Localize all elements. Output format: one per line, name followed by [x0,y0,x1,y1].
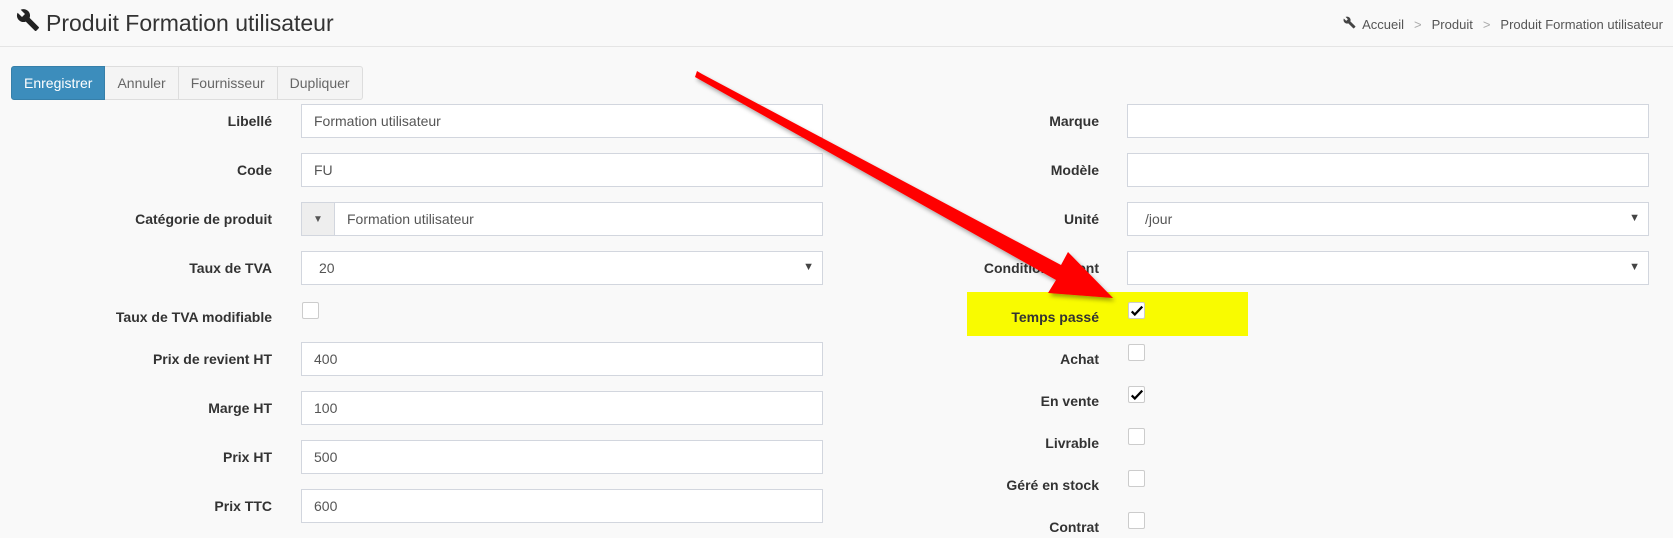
caret-down-icon[interactable]: ▼ [302,203,335,235]
marque-label: Marque [1049,113,1099,129]
temps-passe-checkbox[interactable] [1128,302,1145,319]
libelle-label: Libellé [227,113,272,129]
tva-modifiable-label: Taux de TVA modifiable [115,309,272,325]
achat-checkbox[interactable] [1128,344,1145,361]
tva-value: 20 [319,260,335,276]
checkmark-icon [1130,305,1143,316]
unite-label: Unité [1064,211,1099,227]
wrench-icon [1343,16,1362,32]
tva-label: Taux de TVA [189,260,272,276]
prix-revient-input[interactable]: 400 [301,342,823,376]
annotation-highlight [967,292,1248,336]
gere-stock-checkbox[interactable] [1128,470,1145,487]
breadcrumb-home-link[interactable]: Accueil [1362,17,1404,32]
caret-down-icon: ▼ [1629,212,1640,224]
prix-ht-input[interactable]: 500 [301,440,823,474]
page-header: Produit Formation utilisateur Accueil > … [0,0,1673,47]
prix-ttc-input[interactable]: 600 [301,489,823,523]
duplicate-button[interactable]: Dupliquer [277,66,363,100]
categorie-value: Formation utilisateur [347,211,474,227]
unite-value: /jour [1145,211,1173,227]
tva-modifiable-checkbox[interactable] [302,302,319,319]
conditionnement-label: Conditionnement [983,260,1099,276]
unite-select[interactable]: /jour ▼ [1127,202,1649,236]
code-input[interactable]: FU [301,153,823,187]
checkmark-icon [1130,389,1143,400]
en-vente-checkbox[interactable] [1128,386,1145,403]
livrable-label: Livrable [1045,435,1099,451]
marge-label: Marge HT [208,400,272,416]
code-label: Code [237,162,272,178]
achat-label: Achat [1060,351,1099,367]
contrat-checkbox[interactable] [1128,512,1145,529]
categorie-label: Catégorie de produit [135,211,272,227]
page-title-text: Produit Formation utilisateur [46,9,334,36]
breadcrumb-product-link[interactable]: Produit [1432,17,1473,32]
modele-label: Modèle [1050,162,1099,178]
cancel-button[interactable]: Annuler [105,66,179,100]
prix-ttc-label: Prix TTC [214,498,272,514]
caret-down-icon: ▼ [803,261,814,273]
breadcrumb-current: Produit Formation utilisateur [1500,16,1663,32]
prix-ht-label: Prix HT [222,449,272,465]
conditionnement-select[interactable]: ▼ [1127,251,1649,285]
breadcrumb-separator: > [1414,16,1422,32]
categorie-combo[interactable]: ▼ Formation utilisateur [301,202,823,236]
contrat-label: Contrat [1049,519,1099,535]
temps-passe-label: Temps passé [1011,309,1099,325]
modele-input[interactable] [1127,153,1649,187]
save-button[interactable]: Enregistrer [11,66,106,100]
page-title: Produit Formation utilisateur [16,8,334,38]
en-vente-label: En vente [1040,393,1099,409]
prix-revient-label: Prix de revient HT [152,351,272,367]
livrable-checkbox[interactable] [1128,428,1145,445]
wrench-icon [16,8,40,38]
supplier-button[interactable]: Fournisseur [178,66,278,100]
tva-select[interactable]: 20 ▼ [301,251,823,285]
toolbar: Enregistrer Annuler Fournisseur Duplique… [11,66,363,100]
marge-input[interactable]: 100 [301,391,823,425]
gere-stock-label: Géré en stock [1006,477,1099,493]
marque-input[interactable] [1127,104,1649,138]
breadcrumb-separator: > [1482,16,1491,32]
caret-down-icon: ▼ [1629,261,1640,273]
libelle-input[interactable]: Formation utilisateur [301,104,823,138]
breadcrumb: Accueil > Produit > Produit Formation ut… [1343,16,1663,32]
